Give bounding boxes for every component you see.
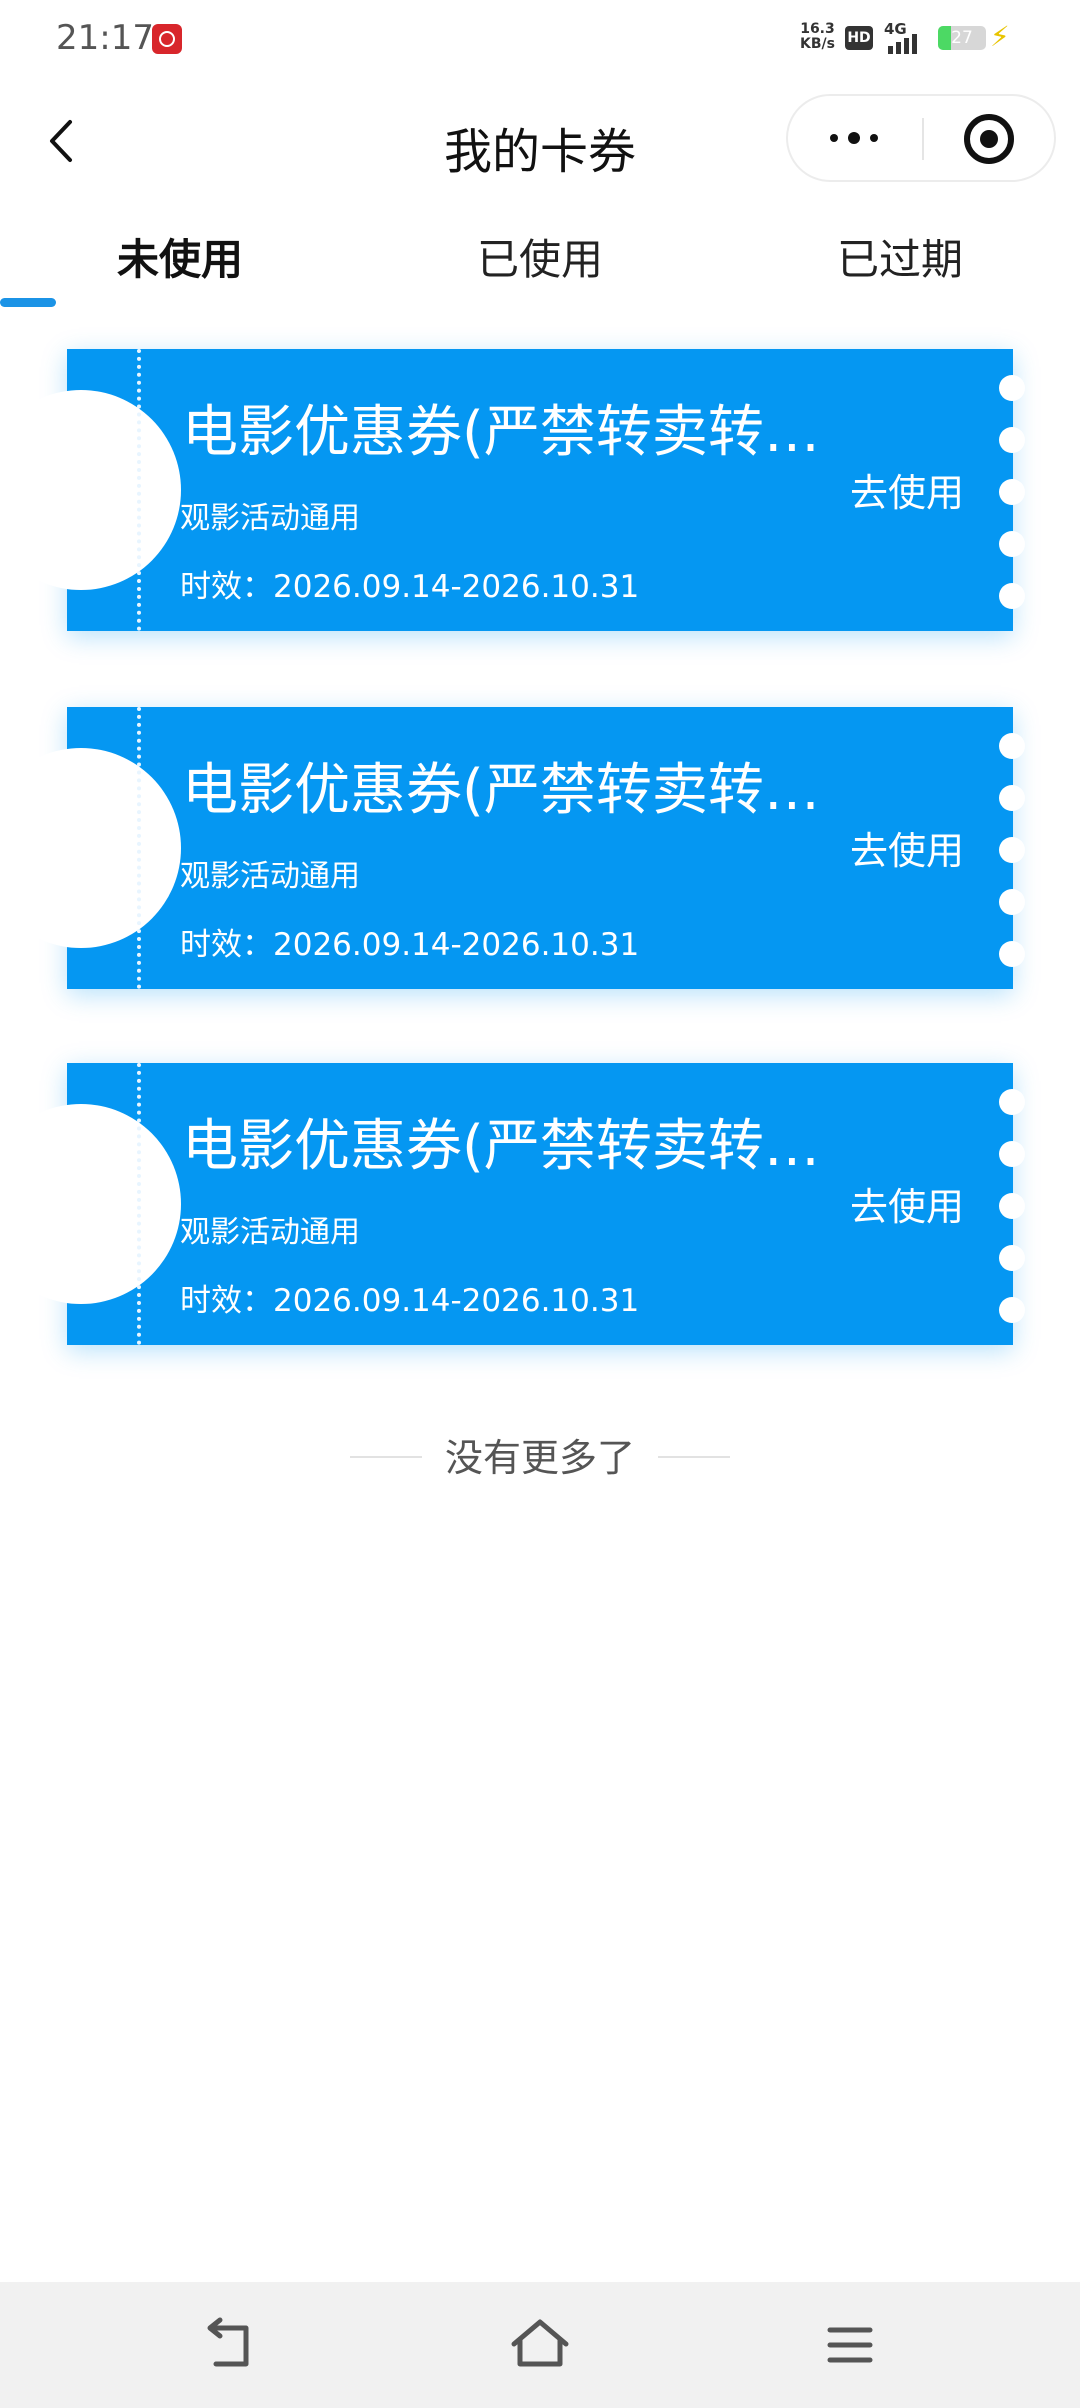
coupon-card[interactable]: 电影优惠券(严禁转卖转… 观影活动通用 时效：2026.09.14-2026.1… — [0, 349, 1025, 631]
battery-level: 27 — [951, 28, 973, 48]
coupon-card[interactable]: 电影优惠券(严禁转卖转… 观影活动通用 时效：2026.09.14-2026.1… — [0, 1063, 1025, 1345]
use-coupon-button[interactable]: 去使用 — [837, 463, 977, 523]
tab-used[interactable]: 已使用 — [360, 220, 720, 300]
target-icon — [964, 114, 1014, 164]
coupon-notch — [0, 748, 181, 948]
network-speed: 16.3 KB/s — [800, 22, 835, 52]
coupon-validity: 时效：2026.09.14-2026.10.31 — [180, 1283, 640, 1319]
coupon-title: 电影优惠券(严禁转卖转… — [182, 758, 820, 823]
back-arrow-icon — [207, 2317, 249, 2367]
tab-unused[interactable]: 未使用 — [0, 220, 360, 300]
coupon-notch — [0, 1104, 181, 1304]
nav-bar: 我的卡券 — [0, 90, 1080, 190]
coupon-title: 电影优惠券(严禁转卖转… — [182, 400, 820, 465]
charging-icon: ⚡ — [990, 20, 1010, 53]
system-menu-button[interactable] — [810, 2310, 890, 2380]
no-more-text: 没有更多了 — [444, 1436, 635, 1480]
coupon-tabs: 未使用 已使用 已过期 — [0, 220, 1080, 310]
app-notification-icon — [152, 24, 182, 54]
tab-indicator — [0, 298, 56, 307]
status-bar: 21:17 16.3 KB/s HD 4G 27 ⚡ — [0, 0, 1080, 80]
coupon-validity: 时效：2026.09.14-2026.10.31 — [180, 927, 640, 963]
coupon-notch — [0, 390, 181, 590]
coupon-perforation — [137, 707, 141, 989]
coupon-perforation — [137, 1063, 141, 1345]
coupon-subtitle: 观影活动通用 — [180, 1215, 360, 1250]
hd-icon: HD — [845, 26, 873, 50]
use-coupon-button[interactable]: 去使用 — [837, 1177, 977, 1237]
system-back-button[interactable] — [190, 2310, 270, 2380]
use-coupon-button[interactable]: 去使用 — [837, 821, 977, 881]
network-speed-value: 16.3 — [800, 21, 835, 37]
coupon-subtitle: 观影活动通用 — [180, 501, 360, 536]
system-navigation-bar — [0, 2282, 1080, 2408]
more-button[interactable] — [788, 96, 922, 180]
coupon-subtitle: 观影活动通用 — [180, 859, 360, 894]
close-mini-program-button[interactable] — [924, 96, 1054, 180]
signal-icon: 4G — [884, 20, 930, 54]
system-home-button[interactable] — [500, 2310, 580, 2380]
network-speed-unit: KB/s — [800, 36, 835, 52]
coupon-validity: 时效：2026.09.14-2026.10.31 — [180, 569, 640, 605]
status-time: 21:17 — [56, 18, 154, 58]
battery-icon: 27 — [938, 26, 986, 50]
tab-expired[interactable]: 已过期 — [720, 220, 1080, 300]
menu-icon — [827, 2327, 873, 2363]
home-icon — [511, 2319, 569, 2367]
coupon-title: 电影优惠券(严禁转卖转… — [182, 1114, 820, 1179]
more-dots-icon — [828, 132, 888, 144]
coupon-perforation — [137, 349, 141, 631]
no-more-indicator: 没有更多了 — [0, 1430, 1080, 1490]
coupon-card[interactable]: 电影优惠券(严禁转卖转… 观影活动通用 时效：2026.09.14-2026.1… — [0, 707, 1025, 989]
divider-line — [658, 1456, 730, 1458]
mini-program-capsule — [786, 94, 1056, 182]
